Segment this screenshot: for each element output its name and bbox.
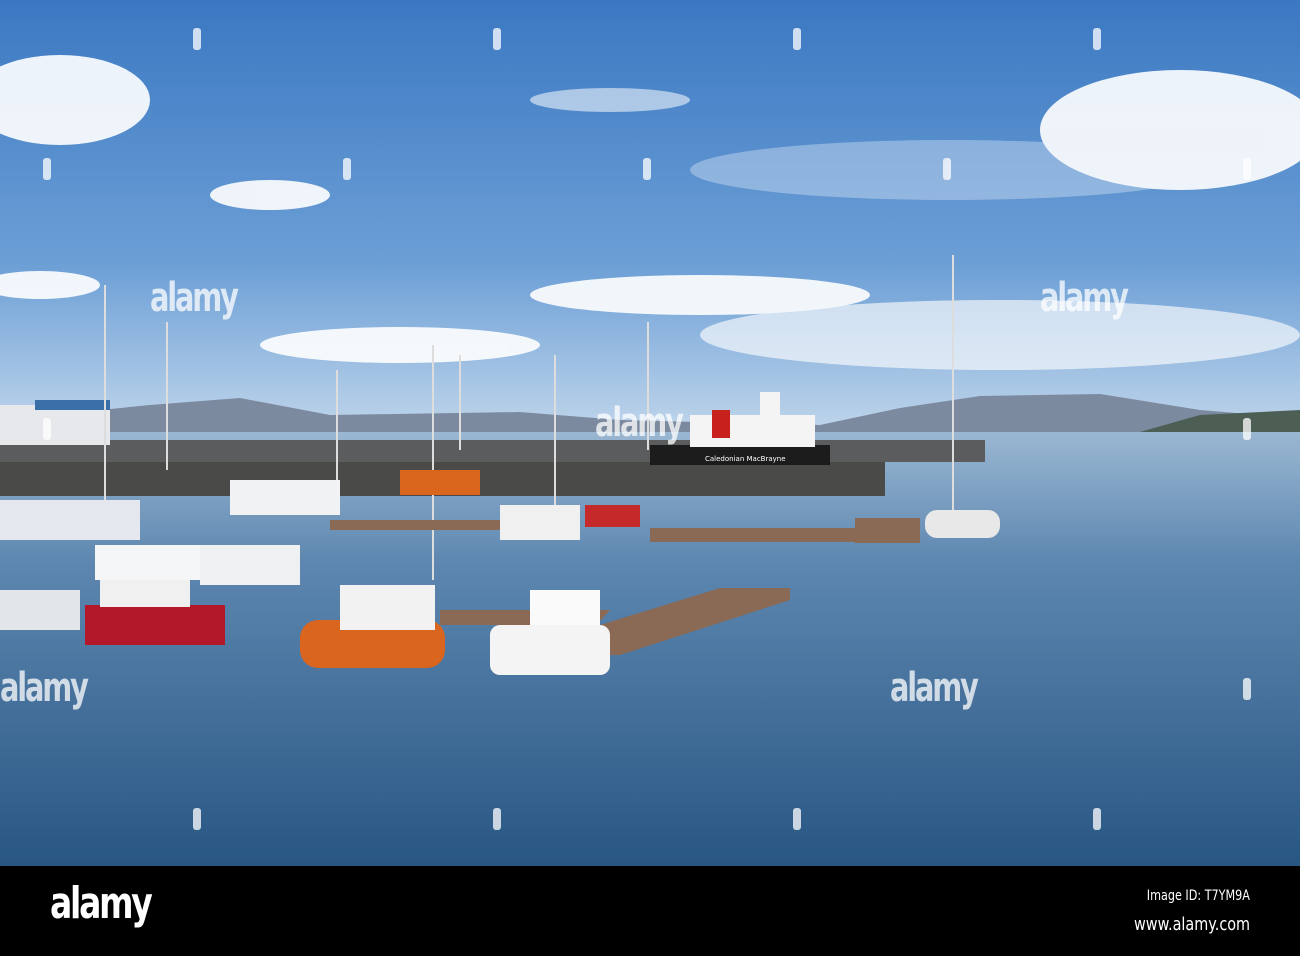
watermark-text: alamy — [890, 665, 979, 711]
watermark-text: alamy — [150, 275, 239, 321]
site-url: www.alamy.com — [1133, 914, 1250, 935]
alamy-logo: alamy — [50, 878, 153, 929]
sky — [0, 0, 1300, 440]
footer-bar: alamy Image ID: T7YM9A www.alamy.com — [0, 866, 1300, 956]
watermark-text: alamy — [595, 400, 684, 446]
stock-photo: Caledonian MacBrayne alamy alamy alamy a… — [0, 0, 1300, 956]
watermark-text: alamy — [0, 665, 89, 711]
image-id: Image ID: T7YM9A — [1146, 888, 1250, 904]
ferry-name: Caledonian MacBrayne — [705, 455, 786, 463]
watermark-text: alamy — [1040, 275, 1129, 321]
water — [0, 432, 1300, 866]
